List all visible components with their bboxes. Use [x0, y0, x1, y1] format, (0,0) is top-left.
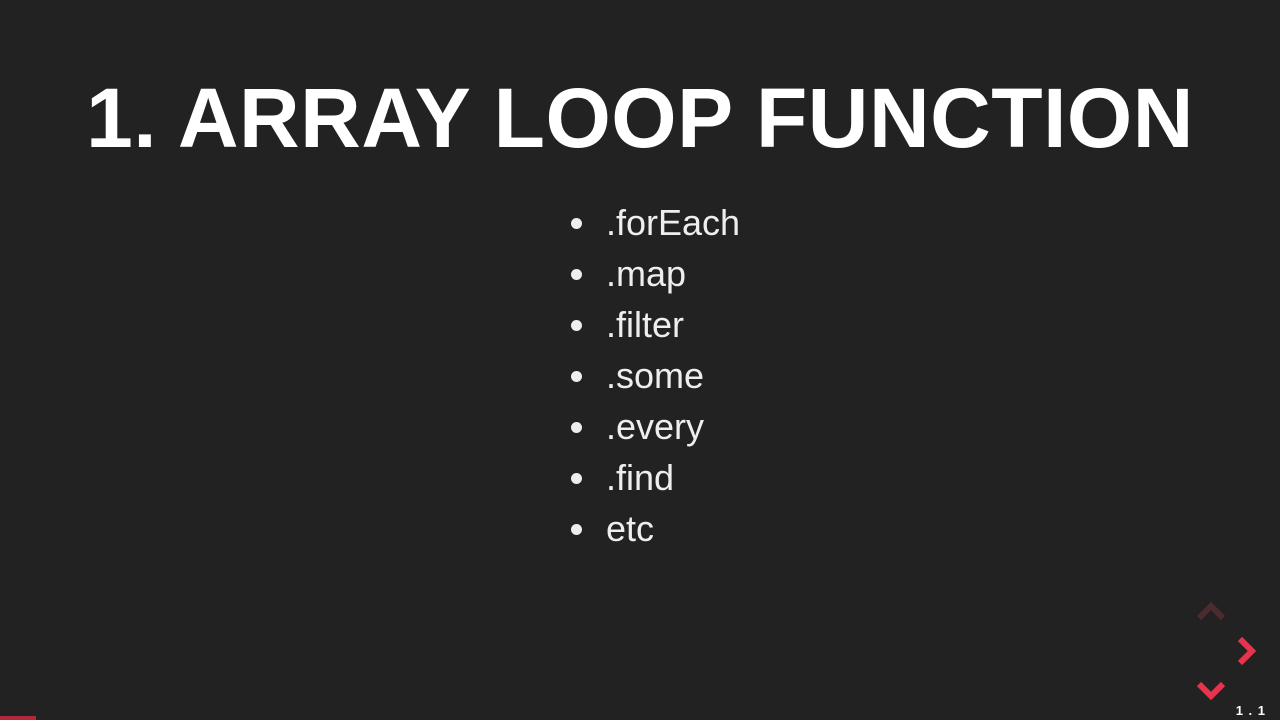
list-item: .forEach — [600, 197, 740, 248]
nav-up-button[interactable] — [1191, 592, 1231, 632]
chevron-right-icon — [1228, 633, 1264, 669]
list-item: .map — [600, 248, 740, 299]
slide-nav — [1156, 596, 1266, 706]
slide: 1. ARRAY LOOP FUNCTION .forEach .map .fi… — [0, 0, 1280, 720]
bullet-list: .forEach .map .filter .some .every .find… — [560, 197, 740, 555]
list-item: .filter — [600, 299, 740, 350]
nav-down-button[interactable] — [1191, 670, 1231, 710]
chevron-down-icon — [1193, 672, 1229, 708]
list-item: .find — [600, 452, 740, 503]
nav-right-button[interactable] — [1226, 631, 1266, 671]
list-item: .every — [600, 401, 740, 452]
list-item: etc — [600, 503, 740, 554]
slide-title: 1. ARRAY LOOP FUNCTION — [86, 70, 1194, 167]
list-item: .some — [600, 350, 740, 401]
chevron-up-icon — [1193, 594, 1229, 630]
slide-number: 1 . 1 — [1236, 703, 1266, 718]
progress-bar — [0, 716, 36, 720]
